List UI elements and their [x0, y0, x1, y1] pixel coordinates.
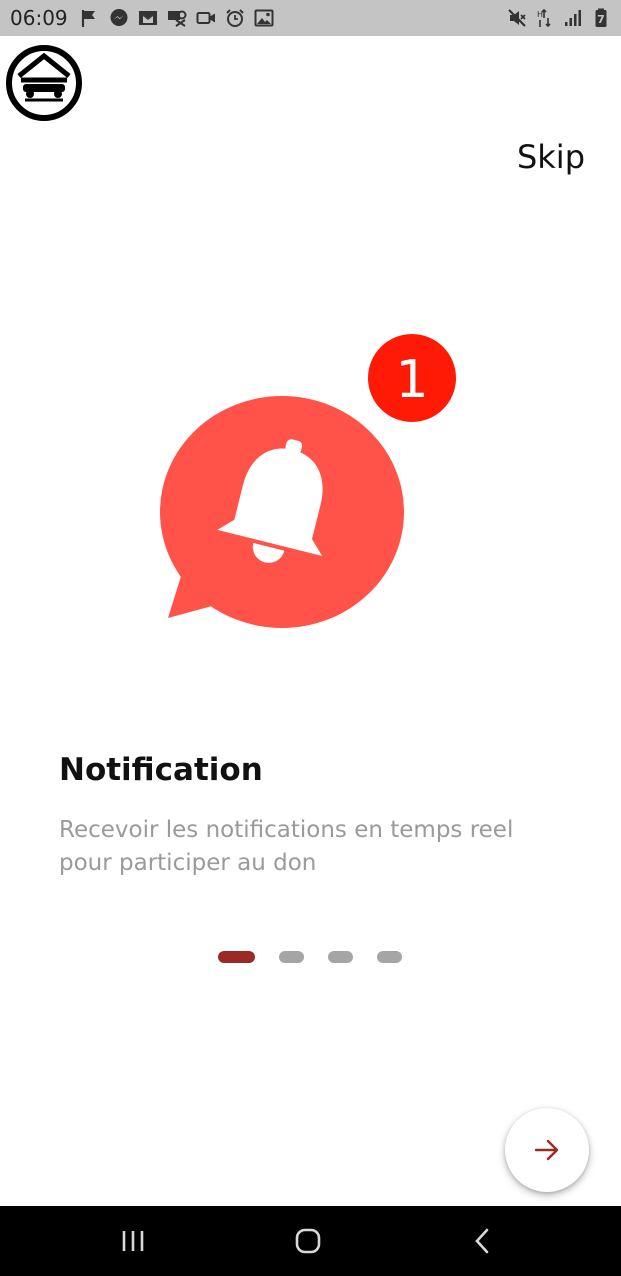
recents-icon[interactable]: [113, 1226, 153, 1256]
alarm-icon: [226, 9, 244, 27]
mute-icon: [508, 9, 526, 27]
app-logo: [6, 45, 82, 121]
system-icons: H 7: [507, 7, 611, 29]
notification-illustration: 1: [160, 334, 456, 628]
notification-badge: 1: [368, 334, 456, 422]
page-dot-2[interactable]: [279, 951, 304, 963]
page-dot-1[interactable]: [218, 951, 255, 963]
data-arrows-icon: H: [537, 8, 551, 28]
gmail-icon: [139, 11, 157, 25]
messenger-icon: [110, 9, 128, 26]
battery-level: 7: [597, 13, 605, 26]
next-button[interactable]: [505, 1108, 589, 1192]
notification-icons: [80, 8, 274, 28]
navigation-bar: [0, 1206, 621, 1276]
signal-icon: [565, 10, 581, 26]
arrow-right-icon: [534, 1139, 559, 1161]
battery-icon: 7: [595, 8, 607, 27]
video-icon: [196, 12, 215, 24]
skip-button[interactable]: Skip: [517, 138, 585, 176]
back-icon[interactable]: [462, 1226, 502, 1256]
data-saver-icon: [168, 10, 187, 27]
status-time: 06:09: [10, 6, 68, 30]
badge-count: 1: [395, 350, 428, 410]
status-bar: 06:09 H 7: [0, 0, 621, 36]
flag-icon: [81, 10, 95, 27]
slide-description: Recevoir les notifications en temps reel…: [59, 817, 514, 876]
page-dot-4[interactable]: [377, 951, 402, 963]
slide-title: Notification: [59, 752, 263, 788]
page-dot-3[interactable]: [328, 951, 353, 963]
gallery-icon: [254, 9, 274, 27]
home-icon[interactable]: [288, 1226, 328, 1256]
page-indicator: [218, 951, 402, 963]
